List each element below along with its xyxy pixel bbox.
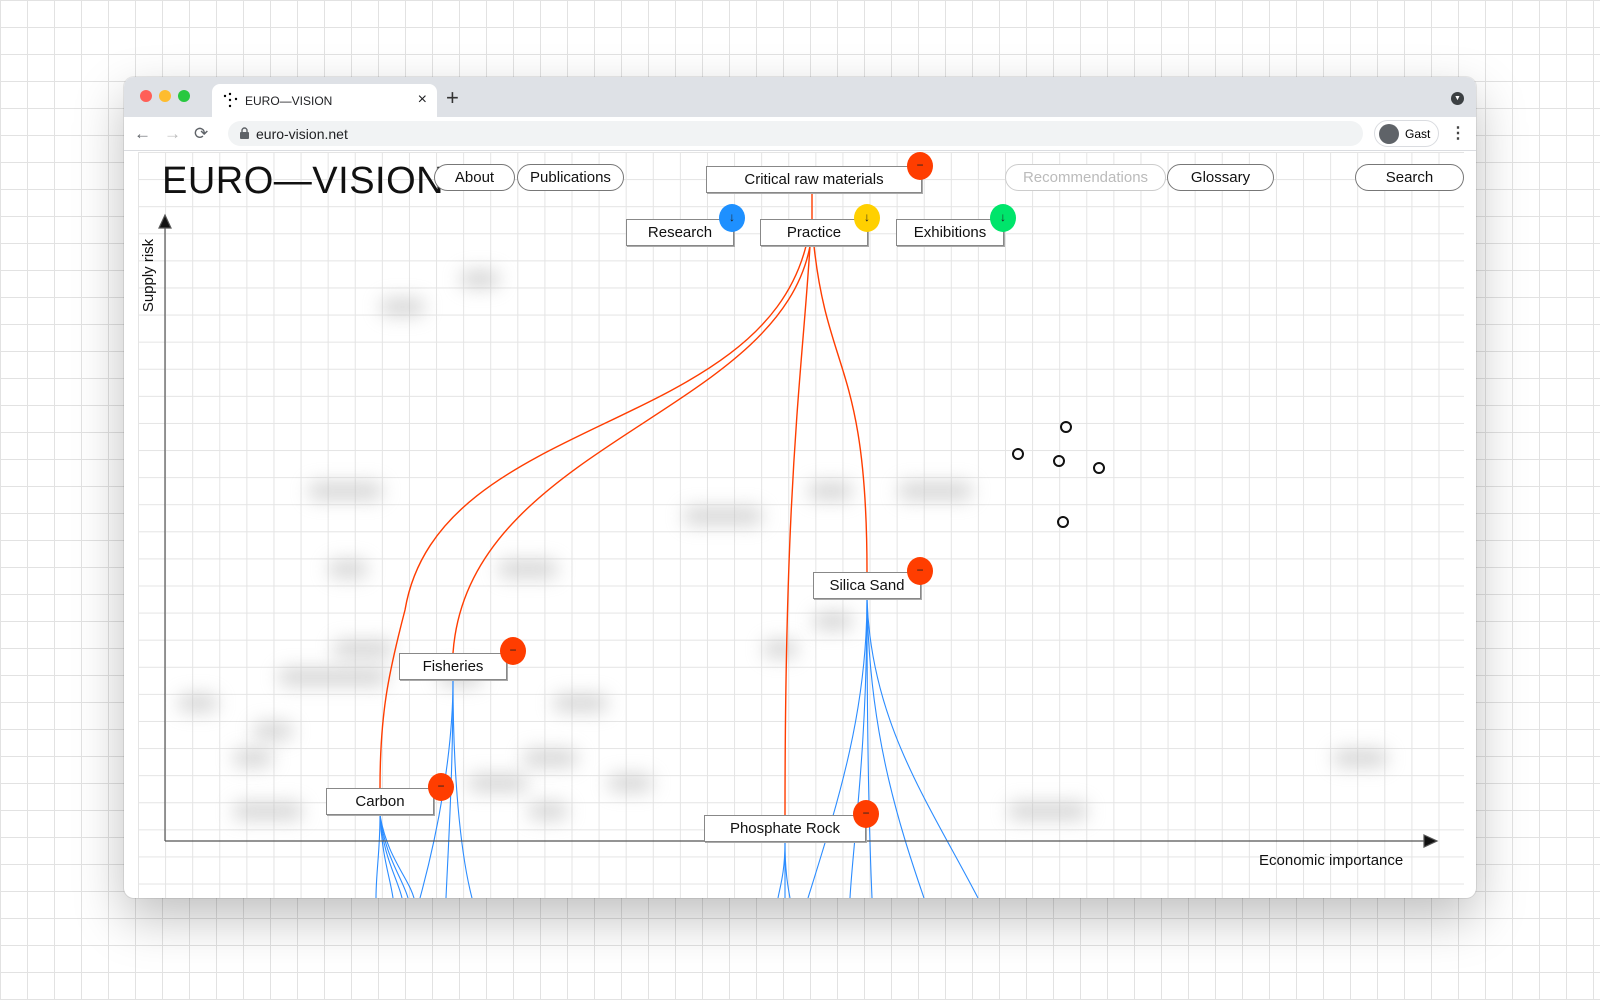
tab-title: EURO—VISION bbox=[245, 94, 333, 108]
x-axis-arrow-icon bbox=[1423, 834, 1439, 848]
link-practice-phosphate bbox=[784, 245, 811, 816]
browser-menu-icon[interactable]: ⋮ bbox=[1450, 123, 1466, 143]
link-practice-silica bbox=[813, 245, 868, 573]
link-practice-fisheries bbox=[452, 245, 811, 654]
nav-about[interactable]: About bbox=[434, 164, 515, 191]
link-fisheries-child bbox=[452, 679, 473, 898]
profile-button[interactable]: Gast bbox=[1374, 120, 1439, 147]
new-tab-button[interactable]: + bbox=[446, 85, 459, 111]
node-practice[interactable]: Practice bbox=[760, 219, 868, 246]
collapse-phosphate-rock-icon[interactable]: − bbox=[853, 800, 879, 828]
nav-publications[interactable]: Publications bbox=[517, 164, 624, 191]
data-point-marker[interactable] bbox=[1093, 462, 1105, 474]
url-field[interactable]: euro-vision.net bbox=[228, 121, 1363, 146]
x-axis-label: Economic importance bbox=[1259, 852, 1404, 869]
node-fisheries[interactable]: Fisheries bbox=[399, 653, 507, 680]
collapse-carbon-icon[interactable]: − bbox=[428, 773, 454, 801]
node-research[interactable]: Research bbox=[626, 219, 734, 246]
link-carbon-child bbox=[375, 814, 381, 898]
lock-icon bbox=[240, 127, 249, 139]
forward-button[interactable]: → bbox=[164, 124, 181, 144]
maximize-window-button[interactable] bbox=[178, 90, 190, 102]
node-critical-raw-materials[interactable]: Critical raw materials bbox=[706, 166, 922, 193]
link-silica-child bbox=[807, 598, 868, 898]
expand-exhibitions-icon[interactable]: ↓ bbox=[990, 204, 1016, 232]
profile-name: Gast bbox=[1405, 127, 1431, 141]
avatar-icon bbox=[1379, 124, 1399, 144]
node-exhibitions[interactable]: Exhibitions bbox=[896, 219, 1004, 246]
tab-search-icon[interactable]: ▼ bbox=[1451, 92, 1464, 105]
link-silica-child bbox=[849, 598, 868, 898]
node-silica-sand[interactable]: Silica Sand bbox=[813, 572, 921, 599]
back-button[interactable]: ← bbox=[134, 124, 151, 144]
link-phosphate-child bbox=[784, 841, 791, 898]
url-text: euro-vision.net bbox=[256, 126, 348, 142]
page-content: Supply risk Economic importance EURO—VIS… bbox=[138, 152, 1464, 898]
expand-research-icon[interactable]: ↓ bbox=[719, 204, 745, 232]
graph-links bbox=[158, 192, 1439, 898]
nav-glossary[interactable]: Glossary bbox=[1167, 164, 1274, 191]
favicon-icon bbox=[223, 92, 238, 108]
site-logo[interactable]: EURO—VISION bbox=[162, 160, 444, 203]
data-point-marker[interactable] bbox=[1057, 516, 1069, 528]
link-silica-child bbox=[866, 598, 925, 898]
nav-search[interactable]: Search bbox=[1355, 164, 1464, 191]
node-carbon[interactable]: Carbon bbox=[326, 788, 434, 815]
address-bar-row: ← → ⟳ euro-vision.net Gast ⋮ bbox=[124, 117, 1476, 151]
nav-recommendations[interactable]: Recommendations bbox=[1005, 164, 1166, 191]
tab-close-icon[interactable]: × bbox=[418, 91, 427, 109]
minimize-window-button[interactable] bbox=[159, 90, 171, 102]
collapse-critical-raw-materials-icon[interactable]: − bbox=[907, 152, 933, 180]
link-phosphate-child bbox=[777, 841, 786, 898]
close-window-button[interactable] bbox=[140, 90, 152, 102]
data-point-marker[interactable] bbox=[1060, 421, 1072, 433]
tab-bar: EURO—VISION × + ▼ bbox=[124, 77, 1476, 117]
node-phosphate-rock[interactable]: Phosphate Rock bbox=[704, 815, 866, 842]
reload-button[interactable]: ⟳ bbox=[194, 124, 208, 144]
data-point-marker[interactable] bbox=[1053, 455, 1065, 467]
link-silica-child bbox=[866, 598, 979, 898]
y-axis-label: Supply risk bbox=[140, 238, 158, 313]
link-practice-carbon bbox=[379, 245, 807, 789]
collapse-silica-sand-icon[interactable]: − bbox=[907, 557, 933, 585]
expand-practice-icon[interactable]: ↓ bbox=[854, 204, 880, 232]
collapse-fisheries-icon[interactable]: − bbox=[500, 637, 526, 665]
y-axis-arrow-icon bbox=[158, 213, 172, 229]
browser-tab[interactable]: EURO—VISION × bbox=[212, 84, 437, 117]
data-point-marker[interactable] bbox=[1012, 448, 1024, 460]
browser-window: EURO—VISION × + ▼ ← → ⟳ euro-vision.net … bbox=[124, 77, 1476, 898]
